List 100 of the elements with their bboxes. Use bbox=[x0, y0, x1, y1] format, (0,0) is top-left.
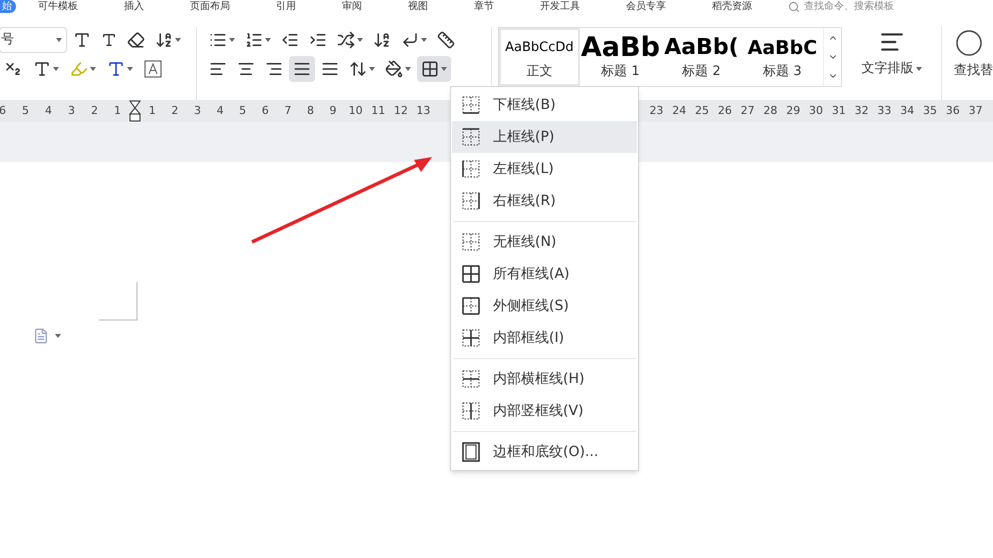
caret-icon bbox=[916, 66, 922, 71]
menu-tab[interactable]: 会员专享 bbox=[626, 0, 666, 13]
line-spacing-icon bbox=[349, 60, 368, 78]
ruler-number: 29 bbox=[785, 102, 802, 119]
ruler-number: 23 bbox=[648, 102, 664, 119]
border-icon bbox=[462, 128, 480, 146]
caret-icon bbox=[175, 38, 181, 42]
border-icon bbox=[462, 329, 480, 347]
caret-icon bbox=[265, 38, 272, 42]
menu-tab[interactable]: 开发工具 bbox=[540, 0, 580, 13]
caret-icon bbox=[229, 38, 236, 42]
ruler-icon bbox=[437, 31, 456, 49]
caret-icon bbox=[90, 67, 96, 71]
style-preset[interactable]: AaBbC 标题 3 bbox=[742, 28, 823, 86]
ruler-number: 27 bbox=[740, 102, 756, 119]
ruler-number: 1 bbox=[148, 102, 157, 119]
ruler-number: 3 bbox=[67, 102, 76, 119]
menu-tab[interactable]: 章节 bbox=[474, 0, 494, 13]
menu-tab[interactable]: 页面布局 bbox=[190, 0, 230, 13]
menu-tab[interactable]: 审阅 bbox=[342, 0, 362, 13]
align-right-icon bbox=[265, 60, 284, 78]
ruler-number: 4 bbox=[44, 102, 53, 119]
align-center-icon bbox=[237, 60, 256, 78]
border-menu-item[interactable]: 外侧框线(S) bbox=[452, 290, 637, 322]
ruler-number: 33 bbox=[876, 102, 892, 119]
ruler-number: 34 bbox=[899, 102, 916, 119]
border-menu-item[interactable]: 内部框线(I) bbox=[452, 322, 637, 354]
ruler-number: 8 bbox=[306, 102, 315, 119]
border-icon bbox=[462, 160, 480, 178]
border-icon bbox=[462, 297, 480, 315]
ruler-number: 5 bbox=[21, 102, 30, 119]
style-preset[interactable]: AaBb 标题 1 bbox=[580, 28, 661, 86]
increase-indent-icon bbox=[309, 31, 328, 49]
menu-tab[interactable]: 引用 bbox=[276, 0, 296, 13]
document-icon bbox=[33, 328, 49, 344]
phonetic-icon bbox=[155, 31, 173, 49]
border-menu-item[interactable]: 右框线(R) bbox=[452, 185, 637, 217]
indent-marker-icon[interactable] bbox=[129, 100, 141, 122]
menu-tab[interactable]: 始 bbox=[0, 0, 16, 13]
search-field[interactable]: 查找命令、搜索模板 bbox=[788, 0, 894, 13]
border-menu-item[interactable]: 所有框线(A) bbox=[452, 258, 637, 290]
paragraph-mark-icon bbox=[401, 31, 420, 49]
ruler-number: 35 bbox=[922, 102, 938, 119]
char-border-icon bbox=[144, 60, 162, 78]
ruler-number: 28 bbox=[762, 102, 778, 119]
decrease-indent-icon bbox=[281, 31, 300, 49]
border-menu-item[interactable]: 下框线(B) bbox=[452, 89, 637, 121]
border-icon bbox=[462, 265, 480, 283]
ruler-number: 1 bbox=[113, 102, 122, 119]
align-left-icon bbox=[209, 60, 228, 78]
menu-tab[interactable]: 插入 bbox=[124, 0, 144, 13]
border-menu-item[interactable]: 无框线(N) bbox=[452, 226, 637, 258]
border-menu-item[interactable]: 边框和底纹(O)... bbox=[452, 436, 637, 468]
caret-icon bbox=[405, 67, 412, 71]
menu-tab[interactable]: 可牛模板 bbox=[38, 0, 78, 13]
find-button[interactable]: 查找替 bbox=[954, 61, 993, 80]
ruler-number: 11 bbox=[370, 102, 386, 119]
ruler-number: 31 bbox=[830, 102, 847, 119]
border-menu-item[interactable]: 左框线(L) bbox=[452, 153, 637, 185]
ruler-number: 25 bbox=[694, 102, 710, 119]
transform-icon bbox=[337, 31, 356, 49]
ruler-number: 24 bbox=[671, 102, 688, 119]
ruler-number: 9 bbox=[328, 102, 338, 119]
ruler-number: 36 bbox=[944, 102, 961, 119]
border-menu-item[interactable]: 内部竖框线(V) bbox=[452, 395, 637, 427]
text-effect-icon bbox=[33, 60, 51, 78]
ruler-number: 3 bbox=[192, 102, 202, 119]
caret-icon bbox=[56, 38, 62, 42]
ruler-number: 2 bbox=[170, 102, 180, 119]
border-menu-item[interactable]: 上框线(P) bbox=[452, 121, 637, 153]
eraser-icon bbox=[127, 31, 145, 49]
caret-icon bbox=[369, 67, 376, 71]
style-preset[interactable]: AaBb( 标题 2 bbox=[660, 28, 742, 86]
font-size-field[interactable]: 号 bbox=[0, 27, 67, 53]
ruler-number: 13 bbox=[415, 102, 432, 119]
style-preset[interactable]: AaBbCcDd 正文 bbox=[498, 28, 580, 86]
text-layout-button[interactable]: 文字排版 bbox=[862, 59, 922, 78]
justify-button[interactable] bbox=[289, 56, 316, 82]
borders-button[interactable] bbox=[417, 56, 452, 82]
ruler-number: 30 bbox=[808, 102, 824, 119]
border-icon bbox=[462, 192, 480, 210]
search-icon bbox=[788, 0, 800, 12]
menu-tab[interactable]: 视图 bbox=[408, 0, 428, 13]
ruler-number: 12 bbox=[392, 102, 409, 119]
justify-icon bbox=[293, 60, 312, 78]
caret-icon bbox=[441, 67, 448, 71]
caret-icon bbox=[53, 67, 59, 71]
letter-plus-icon bbox=[73, 31, 91, 49]
page-border-icon bbox=[462, 442, 480, 462]
border-icon bbox=[462, 233, 480, 251]
find-icon bbox=[954, 29, 982, 57]
border-menu-item[interactable]: 内部横框线(H) bbox=[452, 363, 637, 395]
ruler-number: 26 bbox=[716, 102, 733, 119]
numbered-list-icon bbox=[245, 31, 264, 49]
caret-icon bbox=[55, 334, 61, 338]
menu-tab[interactable]: 稻壳资源 bbox=[712, 0, 752, 13]
border-icon bbox=[462, 402, 480, 420]
shading-icon bbox=[385, 60, 404, 78]
borders-icon bbox=[421, 60, 440, 78]
ruler-number: 7 bbox=[283, 102, 292, 119]
